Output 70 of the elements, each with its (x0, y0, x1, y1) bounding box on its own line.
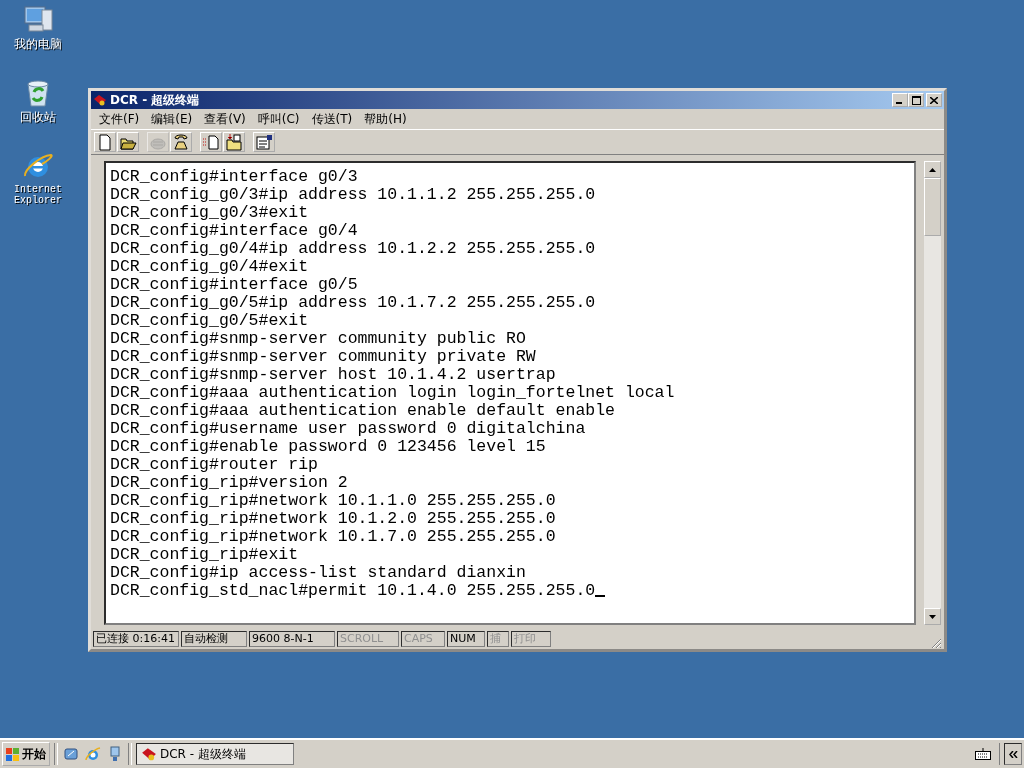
terminal-line: DCR_config#ip access-list standard dianxin (110, 564, 527, 582)
up-arrow-icon (929, 167, 936, 172)
terminal-line: DCR_config#snmp-server community private RW (110, 348, 537, 366)
status-pane: NUM (447, 631, 485, 647)
menu-item[interactable]: 帮助(H) (358, 110, 413, 128)
window-title: DCR - 超级终端 (110, 91, 200, 109)
terminal-line: DCR_config_g0/5#exit (110, 312, 310, 330)
windows-logo-icon (6, 747, 20, 761)
properties-icon[interactable] (253, 132, 275, 152)
terminal-line: DCR_config_g0/4#exit (110, 258, 310, 276)
terminal-line: DCR_config#aaa authentication enable default enable (110, 402, 616, 420)
desktop-icon-label[interactable]: 我的电脑 (14, 38, 62, 51)
status-pane: 9600 8-N-1 (249, 631, 335, 647)
terminal-line: DCR_config#interface g0/5 (110, 276, 359, 294)
double-chevron-icon (1008, 750, 1018, 758)
terminal-line: DCR_config#username user password 0 digitalchina (110, 420, 587, 438)
minimize-button[interactable] (892, 93, 908, 107)
send-file-icon[interactable] (200, 132, 222, 152)
down-arrow-icon (929, 614, 936, 619)
terminal-line: DCR_config_rip#network 10.1.1.0 255.255.255.0 (110, 492, 557, 510)
terminal-line: DCR_config#aaa authentication login login_fortelnet local (110, 384, 676, 402)
status-pane: 打印 (511, 631, 551, 647)
terminal-line: DCR_config#snmp-server host 10.1.4.2 usertrap (110, 366, 557, 384)
telephone-icon[interactable] (170, 132, 192, 152)
show-hidden-icons-button[interactable] (1004, 743, 1022, 765)
terminal-line: DCR_config#enable password 0 123456 level 15 (110, 438, 547, 456)
terminal-line: DCR_config#snmp-server community public RO (110, 330, 527, 348)
status-pane: 已连接 0:16:41 (93, 631, 179, 647)
show-desktop-icon[interactable] (62, 745, 80, 763)
desktop-icon-label[interactable]: 回收站 (20, 111, 56, 124)
terminal-line: DCR_config_rip#exit (110, 546, 300, 564)
folder-icon[interactable] (117, 132, 139, 152)
scroll-thumb[interactable] (924, 178, 941, 236)
desktop-icon-label[interactable]: Internet Explorer (10, 184, 66, 206)
menu-item[interactable]: 呼叫(C) (251, 110, 306, 128)
menu-item[interactable]: 文件(F) (93, 110, 146, 128)
receive-folder-icon[interactable] (223, 132, 245, 152)
terminal-line: DCR_config#interface g0/4 (110, 222, 359, 240)
scroll-up-button[interactable] (924, 161, 941, 178)
menu-item[interactable]: 编辑(E) (145, 110, 199, 128)
status-pane: 自动检测 (181, 631, 247, 647)
close-button[interactable] (926, 93, 942, 107)
terminal-line: DCR_config_rip#network 10.1.2.0 255.255.255.0 (110, 510, 557, 528)
new-file-icon[interactable] (94, 132, 116, 152)
close-icon (930, 96, 938, 104)
terminal-line: DCR_config#router rip (110, 456, 319, 474)
keyboard-icon[interactable] (975, 748, 991, 760)
resize-grip[interactable] (930, 637, 942, 649)
terminal-line: DCR_config_g0/3#ip address 10.1.1.2 255.255.255.0 (110, 186, 597, 204)
terminal-line: DCR_config_std_nacl#permit 10.1.4.0 255.255.255.0 (110, 582, 910, 600)
terminal-line: DCR_config_g0/5#ip address 10.1.7.2 255.255.255.0 (110, 294, 597, 312)
scroll-down-button[interactable] (924, 608, 941, 625)
terminal-line: DCR_config_g0/4#ip address 10.1.2.2 255.255.255.0 (110, 240, 597, 258)
status-pane: 捕 (487, 631, 509, 647)
status-pane: CAPS (401, 631, 445, 647)
terminal-line: DCR_config_g0/3#exit (110, 204, 310, 222)
vertical-scrollbar[interactable] (924, 161, 941, 625)
terminal-line: DCR_config_rip#network 10.1.7.0 255.255.255.0 (110, 528, 557, 546)
menu-item[interactable]: 传送(T) (305, 110, 359, 128)
status-pane: SCROLL (337, 631, 399, 647)
menu-item[interactable]: 查看(V) (198, 110, 252, 128)
maximize-button[interactable] (908, 93, 924, 107)
phone-icon (93, 94, 107, 106)
phone-icon (141, 747, 157, 761)
terminal-line: DCR_config#interface g0/3 (110, 168, 359, 186)
start-button[interactable]: 开始 (2, 742, 50, 766)
maximize-icon (911, 95, 921, 105)
ie-logo-icon[interactable] (84, 745, 102, 763)
terminal-line: DCR_config_rip#version 2 (110, 474, 349, 492)
taskbar-button[interactable]: DCR - 超级终端 (136, 743, 294, 765)
